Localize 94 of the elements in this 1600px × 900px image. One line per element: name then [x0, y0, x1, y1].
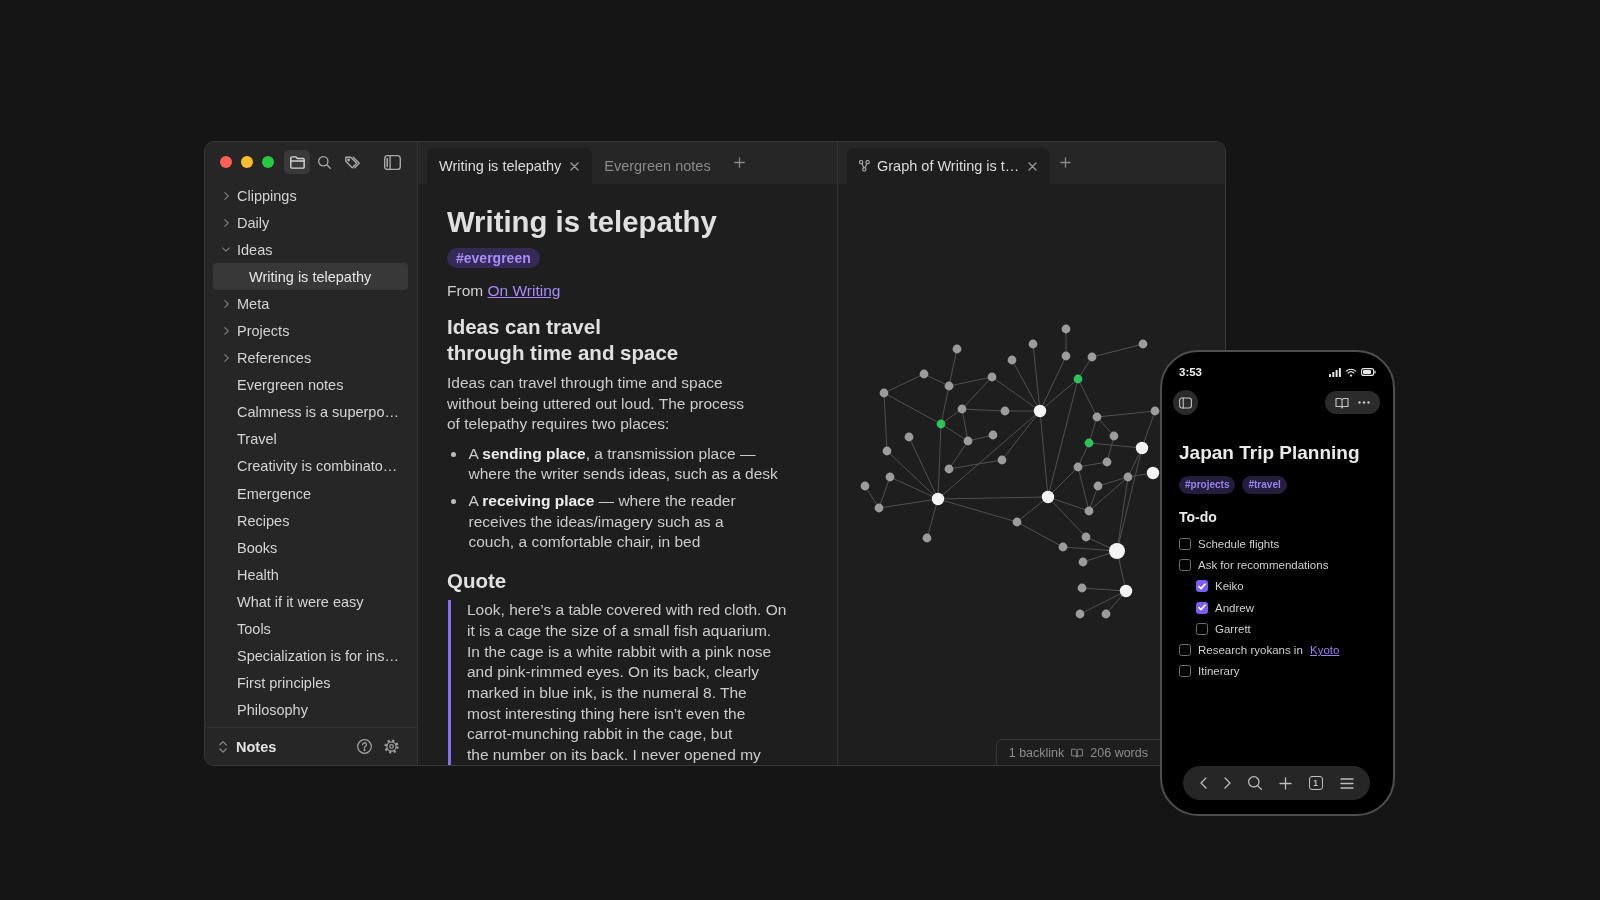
book-icon: [1071, 747, 1084, 758]
tags-icon: [344, 155, 360, 169]
note-title: Writing is telepathy: [447, 204, 718, 240]
list-item: A sending place, a transmission place — where the writer sends ideas, such as a desk: [468, 443, 778, 485]
window-minimize-button[interactable]: [241, 156, 253, 168]
back-icon[interactable]: [1199, 777, 1207, 789]
checkbox[interactable]: [1179, 558, 1191, 571]
file-item[interactable]: Writing is telepathy: [213, 263, 408, 291]
folder-item[interactable]: Clippings: [213, 182, 408, 210]
backlink-count[interactable]: 1 backlink: [1008, 745, 1065, 760]
task-label: Garrett: [1215, 622, 1251, 635]
section-heading: Ideas can travel through time and space: [447, 314, 680, 366]
file-item[interactable]: First principles: [213, 669, 408, 697]
menu-icon[interactable]: [1339, 777, 1354, 789]
close-icon[interactable]: [1028, 161, 1038, 171]
chevron-down-icon[interactable]: [222, 247, 230, 253]
task-link[interactable]: Kyoto: [1310, 644, 1340, 657]
section-heading: Quote: [447, 568, 508, 595]
chevron-right-icon[interactable]: [223, 191, 229, 200]
task-label: Schedule flights: [1198, 537, 1280, 550]
section-heading: To-do: [1179, 508, 1218, 527]
checkbox[interactable]: [1179, 665, 1191, 678]
checkbox[interactable]: [1196, 622, 1208, 635]
note-title: Japan Trip Planning: [1179, 441, 1361, 465]
file-item[interactable]: Travel: [213, 425, 408, 453]
file-item[interactable]: Books: [213, 534, 408, 562]
folder-item[interactable]: Projects: [213, 317, 408, 345]
file-item[interactable]: Philosophy: [213, 696, 408, 724]
tab[interactable]: Graph of Writing is t…: [847, 148, 1051, 184]
file-item[interactable]: Calmness is a superpo…: [213, 398, 408, 426]
tab-count-button[interactable]: 1: [1308, 776, 1323, 790]
paragraph: Ideas can travel through time and space without being uttered out loud. The process of telepathy requires two places:: [447, 373, 745, 435]
folder-item[interactable]: References: [213, 344, 408, 372]
battery-icon: [1361, 368, 1376, 376]
tag[interactable]: #evergreen: [447, 248, 540, 268]
file-item[interactable]: Tools: [213, 615, 408, 643]
task-label: Andrew: [1215, 601, 1254, 614]
settings-icon[interactable]: [384, 739, 399, 754]
task-label: Keiko: [1215, 580, 1244, 593]
tag[interactable]: #projects: [1179, 476, 1236, 494]
file-item[interactable]: What if it were easy: [213, 588, 408, 616]
new-tab-icon[interactable]: [1060, 157, 1072, 168]
checkbox[interactable]: [1196, 601, 1208, 614]
window-close-button[interactable]: [220, 156, 232, 168]
chevron-right-icon[interactable]: [223, 218, 229, 227]
folder-button[interactable]: [284, 150, 310, 174]
sidebar-toggle-icon[interactable]: [384, 154, 401, 170]
tab[interactable]: Writing is telepathy: [427, 148, 593, 184]
file-item[interactable]: Recipes: [213, 507, 408, 535]
folder-item[interactable]: Ideas: [213, 236, 408, 264]
file-item[interactable]: Creativity is combinato…: [213, 452, 408, 481]
file-item[interactable]: Evergreen notes: [213, 371, 408, 399]
sidebar-icon: [1179, 396, 1192, 409]
forward-icon[interactable]: [1223, 777, 1231, 789]
book-icon[interactable]: [1335, 396, 1350, 409]
file-item[interactable]: Specialization is for ins…: [213, 642, 408, 670]
file-item[interactable]: Health: [213, 561, 408, 589]
folder-item[interactable]: Daily: [213, 209, 408, 237]
checkbox[interactable]: [1196, 580, 1208, 593]
source-link[interactable]: On Writing: [487, 281, 561, 299]
up-down-chevron-icon: [219, 740, 227, 753]
file-item[interactable]: Emergence: [213, 480, 408, 508]
status-time: 3:53: [1179, 366, 1203, 378]
task-label: Ask for recommendations: [1198, 558, 1329, 571]
chevron-right-icon[interactable]: [223, 299, 229, 308]
folder-item[interactable]: Meta: [213, 290, 408, 318]
bullet-icon: [451, 499, 456, 504]
tab[interactable]: Evergreen notes: [592, 148, 724, 184]
window-maximize-button[interactable]: [262, 156, 274, 168]
tag[interactable]: #travel: [1242, 476, 1287, 494]
source-line: From On Writing: [447, 280, 562, 301]
sidebar-button[interactable]: [1173, 390, 1198, 415]
blockquote: Look, here’s a table covered with red cloth. On it is a cage the size of a small fish aquarium. In the cage is a white rabbit with a pink nose and pink-rimmed eyes. On its back, clearly marked in blue ink, is the numeral 8. The most interesting thing here isn’t even the carrot-munching rabbit in the cage, but the number on its back. I never opened my: [448, 600, 829, 765]
checkbox[interactable]: [1179, 537, 1191, 550]
search-icon: [317, 155, 332, 169]
word-count: 206 words: [1090, 745, 1148, 760]
search-icon[interactable]: [1247, 776, 1262, 790]
folder-icon: [289, 155, 305, 169]
chevron-right-icon[interactable]: [223, 354, 229, 363]
plus-icon[interactable]: [1278, 776, 1292, 790]
help-icon[interactable]: [357, 739, 372, 754]
chevron-right-icon[interactable]: [223, 327, 229, 335]
signal-icon: [1329, 367, 1341, 377]
bullet-icon: [451, 451, 456, 457]
more-icon[interactable]: [1357, 401, 1370, 404]
list-item: A receiving place — where the reader receives the ideas/imagery such as a couch, a comfortable chair, in bed: [468, 491, 736, 553]
close-icon[interactable]: [570, 161, 580, 171]
checkbox[interactable]: [1179, 644, 1191, 657]
vault-switcher[interactable]: Notes: [219, 738, 277, 755]
task-label: Research ryokans in Kyoto: [1198, 644, 1340, 657]
new-tab-icon[interactable]: [733, 157, 745, 168]
wifi-icon: [1345, 367, 1357, 377]
task-label: Itinerary: [1198, 665, 1240, 678]
graph-icon: [859, 160, 870, 172]
